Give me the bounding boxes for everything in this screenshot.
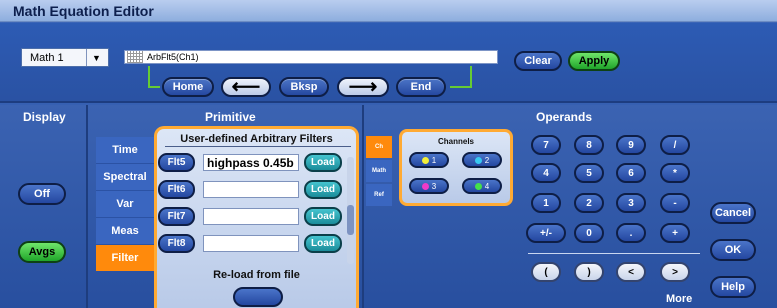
- backspace-button[interactable]: Bksp: [279, 77, 329, 97]
- title-bar: Math Equation Editor: [0, 0, 777, 22]
- tab-filter[interactable]: Filter: [96, 245, 154, 272]
- key-open-paren[interactable]: (: [531, 262, 561, 282]
- more-label[interactable]: More: [666, 293, 692, 305]
- channel-3-button[interactable]: 3: [409, 178, 449, 194]
- channel-2-button[interactable]: 2: [462, 152, 502, 168]
- window-title: Math Equation Editor: [13, 3, 154, 19]
- filters-title: User-defined Arbitrary Filters: [180, 133, 333, 145]
- display-avgs-button[interactable]: Avgs: [18, 241, 66, 263]
- clear-button[interactable]: Clear: [514, 51, 562, 71]
- flt5-load-button[interactable]: Load: [304, 153, 342, 172]
- bracket-line-left-foot: [148, 86, 160, 88]
- tab-meas[interactable]: Meas: [96, 218, 154, 245]
- channel-1-dot-icon: [421, 156, 429, 164]
- channels-title: Channels: [437, 137, 474, 146]
- divider-primitive: [362, 105, 364, 308]
- channels-panel: Channels 1 2 3 4: [399, 129, 513, 206]
- channel-3-label: 3: [431, 181, 437, 191]
- end-button[interactable]: End: [396, 77, 446, 97]
- expression-text: ArbFlt5(Ch1): [147, 52, 199, 62]
- channel-4-dot-icon: [474, 182, 482, 190]
- primitive-label: Primitive: [205, 110, 256, 124]
- key-6[interactable]: 6: [616, 163, 646, 183]
- key-plus[interactable]: +: [660, 223, 690, 243]
- key-decimal[interactable]: .: [616, 223, 646, 243]
- channel-4-button[interactable]: 4: [462, 178, 502, 194]
- math-source-value: Math 1: [30, 51, 64, 64]
- key-4[interactable]: 4: [531, 163, 561, 183]
- flt7-load-button[interactable]: Load: [304, 207, 342, 226]
- key-8[interactable]: 8: [574, 135, 604, 155]
- math-source-select[interactable]: Math 1 ▼: [21, 48, 109, 67]
- chevron-down-icon[interactable]: ▼: [86, 49, 106, 66]
- tab-var[interactable]: Var: [96, 191, 154, 218]
- reload-from-file-button[interactable]: [233, 287, 283, 307]
- cursor-right-button[interactable]: ⟶: [337, 77, 389, 97]
- flt7-field[interactable]: [203, 208, 299, 225]
- arrow-right-icon: ⟶: [348, 76, 378, 98]
- operands-label: Operands: [536, 110, 593, 124]
- channel-2-dot-icon: [474, 156, 482, 164]
- channel-1-label: 1: [431, 155, 437, 165]
- filters-scrollbar[interactable]: [347, 157, 354, 264]
- flt8-button[interactable]: Flt8: [158, 234, 195, 253]
- key-2[interactable]: 2: [574, 193, 604, 213]
- arrow-left-icon: ⟵: [231, 76, 261, 98]
- ok-button[interactable]: OK: [710, 239, 756, 261]
- key-1[interactable]: 1: [531, 193, 561, 213]
- key-0[interactable]: 0: [574, 223, 604, 243]
- channel-4-label: 4: [484, 181, 490, 191]
- filters-scrollbar-thumb[interactable]: [347, 205, 354, 235]
- home-button[interactable]: Home: [162, 77, 214, 97]
- key-9[interactable]: 9: [616, 135, 646, 155]
- filters-title-underline: [165, 146, 351, 147]
- display-label: Display: [23, 110, 66, 124]
- key-less-than[interactable]: <: [616, 262, 646, 282]
- flt8-field[interactable]: [203, 235, 299, 252]
- key-3[interactable]: 3: [616, 193, 646, 213]
- bracket-line-right-foot: [450, 86, 472, 88]
- flt8-load-button[interactable]: Load: [304, 234, 342, 253]
- key-divide[interactable]: /: [660, 135, 690, 155]
- flt5-button[interactable]: Flt5: [158, 153, 195, 172]
- key-7[interactable]: 7: [531, 135, 561, 155]
- flt6-button[interactable]: Flt6: [158, 180, 195, 199]
- channel-3-dot-icon: [421, 182, 429, 190]
- grip-icon: [127, 51, 143, 63]
- bracket-line-right: [470, 66, 472, 87]
- key-multiply[interactable]: *: [660, 163, 690, 183]
- keypad-separator: [528, 253, 700, 254]
- reload-label: Re-load from file: [213, 269, 300, 281]
- display-off-button[interactable]: Off: [18, 183, 66, 205]
- tab-time[interactable]: Time: [96, 137, 154, 164]
- flt6-load-button[interactable]: Load: [304, 180, 342, 199]
- key-plus-minus[interactable]: +/-: [526, 223, 566, 243]
- tab-math[interactable]: Math: [366, 160, 392, 182]
- divider-display: [86, 105, 88, 308]
- arbitrary-filters-panel: User-defined Arbitrary Filters Flt5 high…: [154, 126, 359, 308]
- key-minus[interactable]: -: [660, 193, 690, 213]
- cancel-button[interactable]: Cancel: [710, 202, 756, 224]
- key-5[interactable]: 5: [574, 163, 604, 183]
- expression-section: Math 1 ▼ ArbFlt5(Ch1) Home ⟵ Bksp ⟶ End …: [0, 23, 777, 103]
- bracket-line-left: [148, 66, 150, 87]
- flt5-field[interactable]: highpass 0.45b: [203, 154, 299, 171]
- flt7-button[interactable]: Flt7: [158, 207, 195, 226]
- cursor-left-button[interactable]: ⟵: [221, 77, 271, 97]
- tab-ref[interactable]: Ref: [366, 184, 392, 206]
- apply-button[interactable]: Apply: [568, 51, 620, 71]
- expression-input[interactable]: ArbFlt5(Ch1): [124, 50, 498, 64]
- help-button[interactable]: Help: [710, 276, 756, 298]
- key-greater-than[interactable]: >: [660, 262, 690, 282]
- tab-spectral[interactable]: Spectral: [96, 164, 154, 191]
- math-equation-editor-window: Math Equation Editor Math 1 ▼ ArbFlt5(Ch…: [0, 0, 777, 308]
- channel-1-button[interactable]: 1: [409, 152, 449, 168]
- key-close-paren[interactable]: ): [574, 262, 604, 282]
- tab-ch[interactable]: Ch: [366, 136, 392, 158]
- channel-2-label: 2: [484, 155, 490, 165]
- flt6-field[interactable]: [203, 181, 299, 198]
